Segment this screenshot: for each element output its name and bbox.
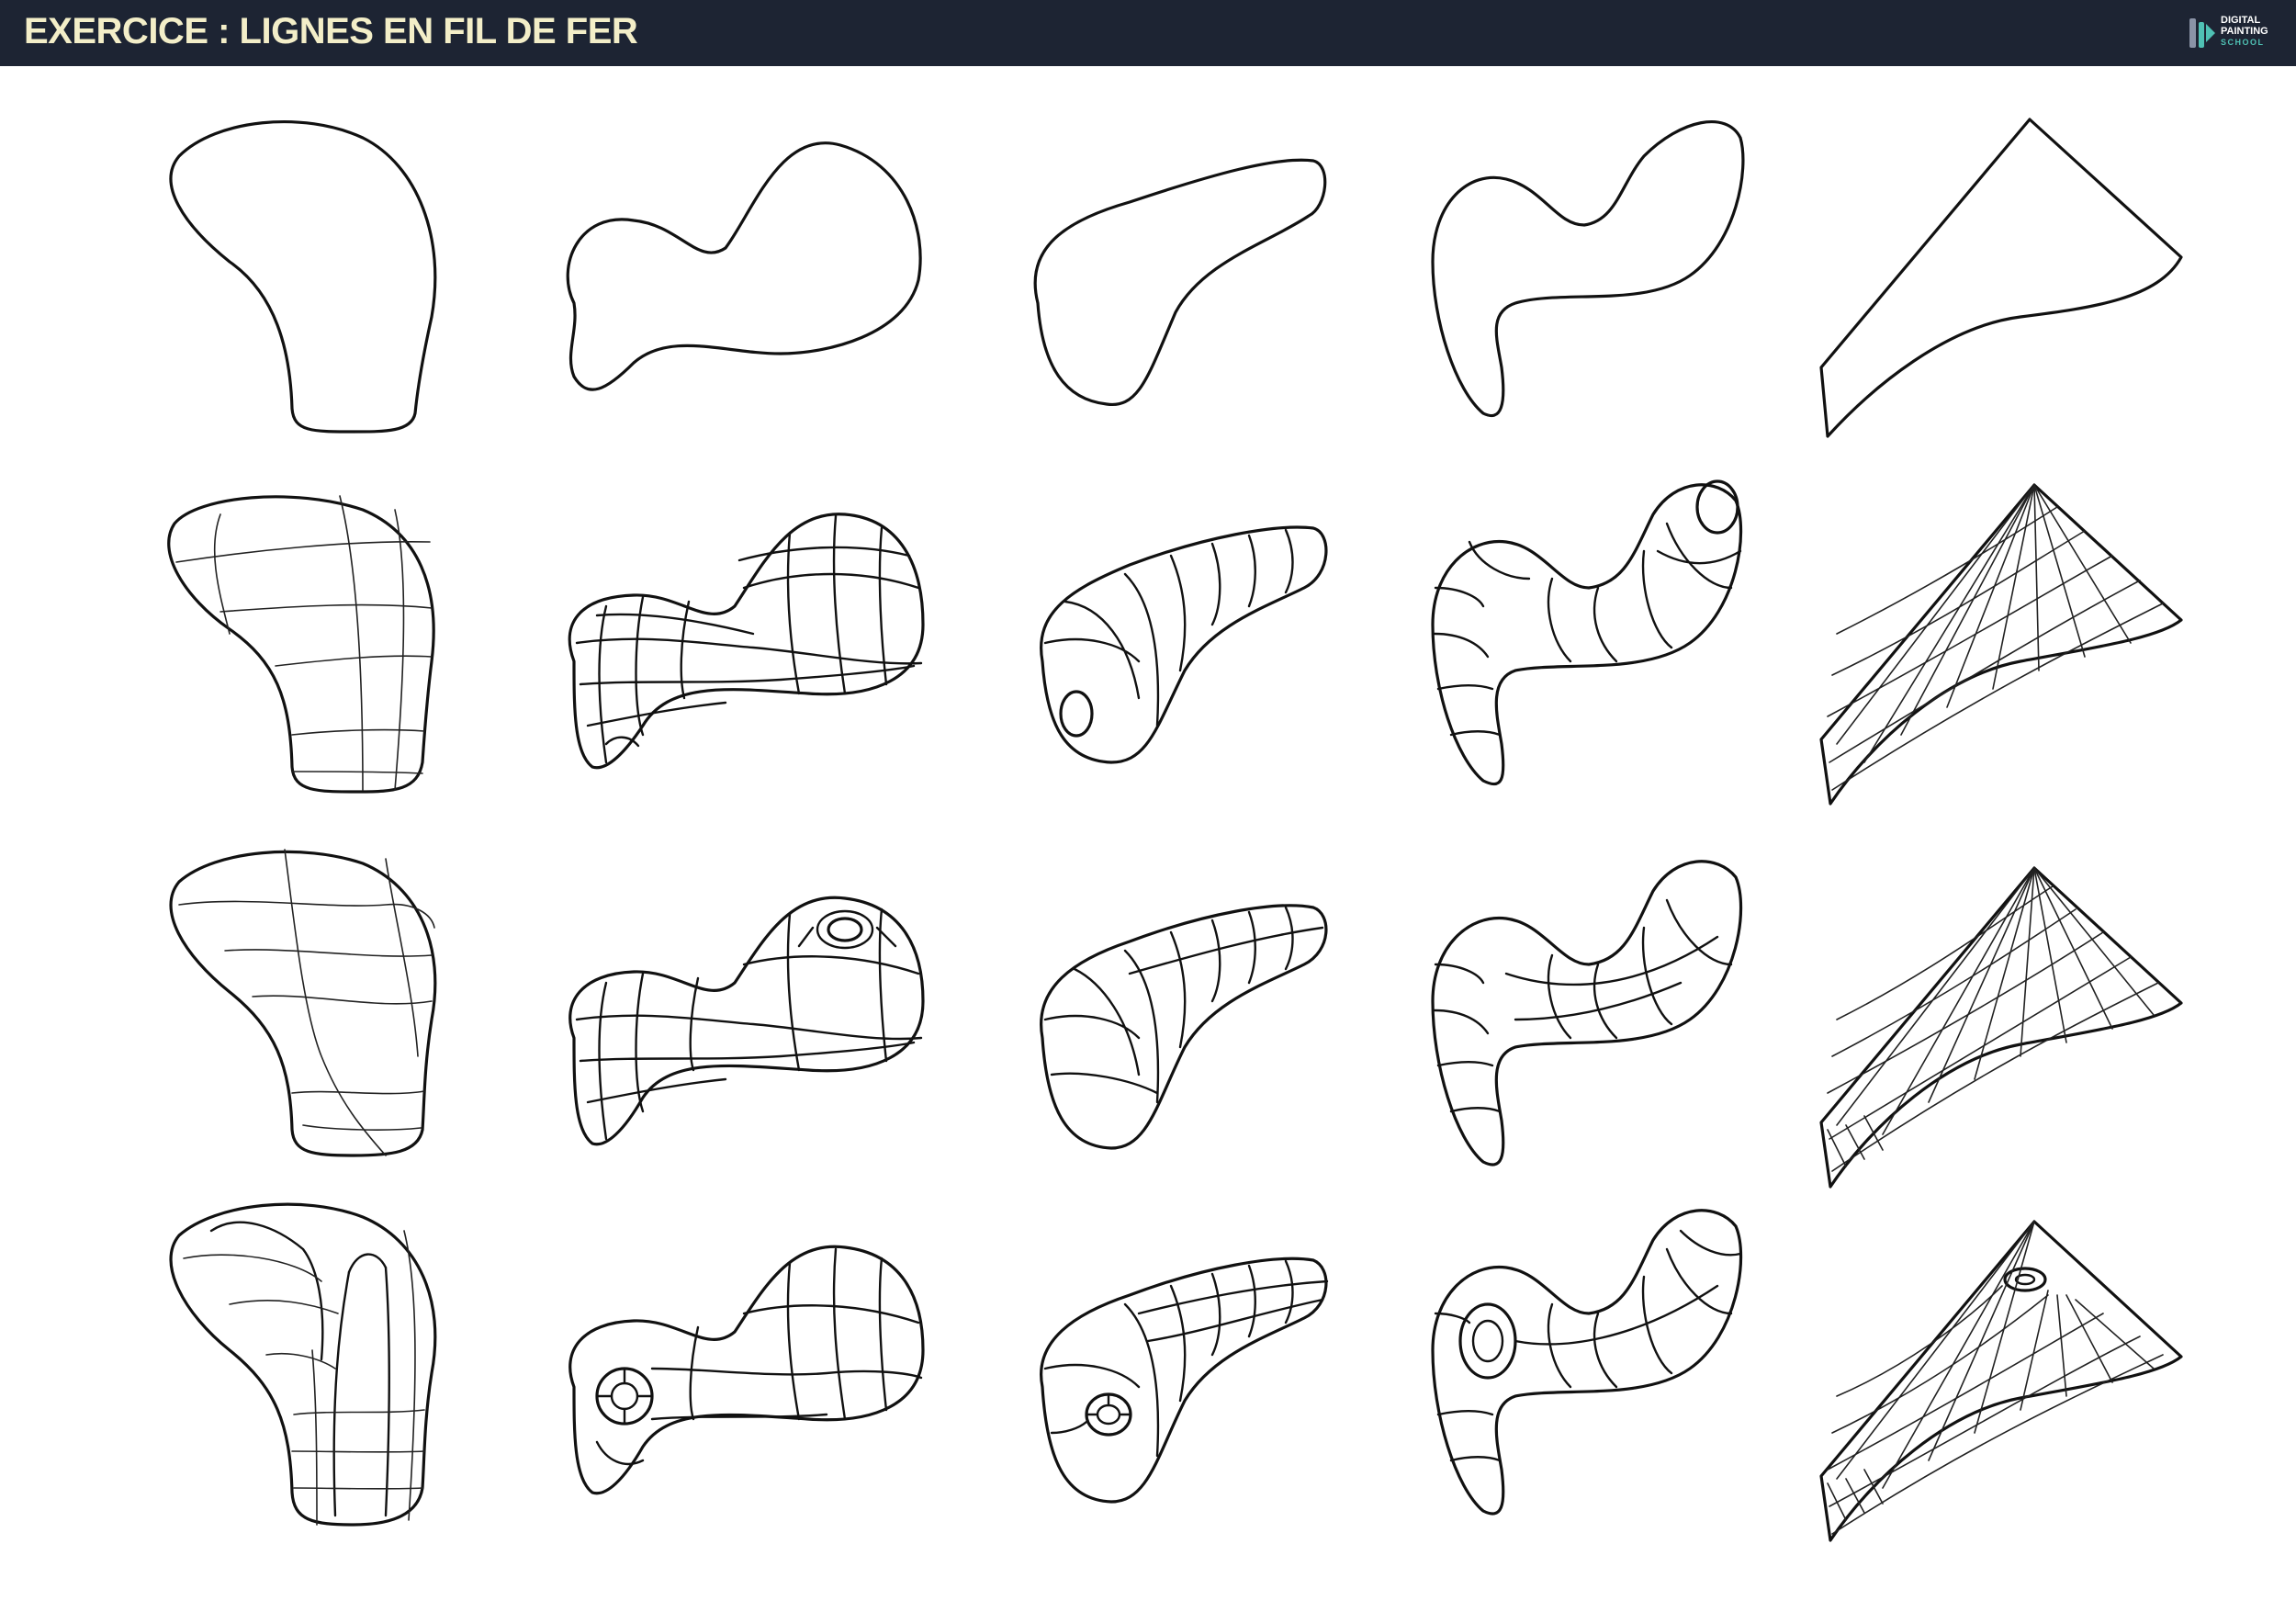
shape-r1-c5-outline (1819, 118, 2183, 438)
shape-r2-c1-wireframe (167, 495, 435, 794)
logo-word-painting: PAINTING (2221, 26, 2268, 37)
paintbrush-logo-icon (2189, 18, 2215, 48)
shape-r4-c3-wireframe (1040, 1257, 1329, 1504)
brand-logo: DIGITAL PAINTING SCHOOL (2186, 13, 2278, 55)
exercise-sheet (0, 66, 2296, 1623)
shape-r1-c2-outline (566, 141, 922, 391)
shape-r2-c2-wireframe (568, 513, 925, 770)
shape-r2-c3-wireframe (1040, 525, 1328, 764)
shape-r3-c1-wireframe (169, 849, 437, 1157)
shape-r3-c5-wireframe (1819, 866, 2183, 1189)
shape-r3-c4-wireframe (1431, 860, 1743, 1167)
shape-r4-c5-wireframe (1819, 1220, 2183, 1542)
shape-r3-c3-wireframe (1040, 904, 1328, 1150)
shape-r4-c1-wireframe (169, 1202, 437, 1527)
drawings-canvas (167, 118, 2183, 1542)
page-title: EXERCICE : LIGNES EN FIL DE FER (24, 11, 638, 51)
shape-r1-c1-outline (169, 119, 437, 434)
logo-word-digital: DIGITAL (2221, 15, 2261, 26)
shape-r2-c5-wireframe (1819, 483, 2183, 806)
header-bar: EXERCICE : LIGNES EN FIL DE FER DIGITAL … (0, 0, 2296, 66)
shape-r3-c2-wireframe (568, 896, 925, 1146)
shape-r4-c2-wireframe (568, 1245, 925, 1495)
shape-r4-c4-wireframe (1431, 1209, 1743, 1516)
shape-r1-c3-outline (1033, 158, 1327, 407)
shape-r2-c4-wireframe (1431, 479, 1743, 786)
shape-r1-c4-outline (1431, 120, 1745, 418)
logo-word-school: SCHOOL (2221, 38, 2265, 47)
